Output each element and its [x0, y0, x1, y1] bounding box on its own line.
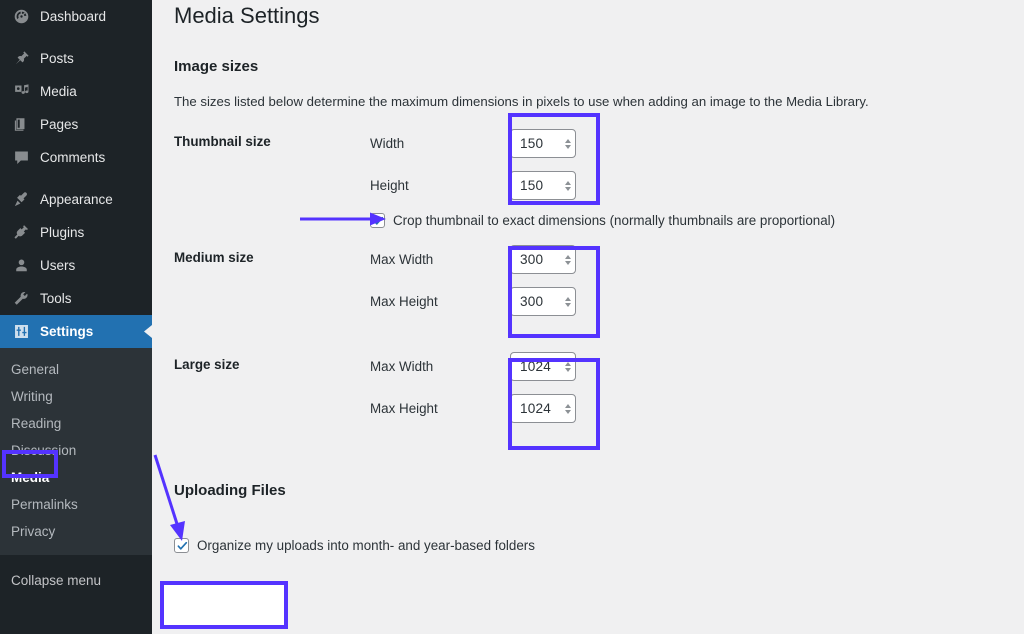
annotation-overlay	[0, 0, 1024, 634]
annotation-arrow-crop-checkbox	[300, 210, 386, 228]
wordpress-admin-screen: Dashboard Posts Media Pages Commen	[0, 0, 1024, 634]
annotation-box-thumbnail-inputs	[508, 113, 600, 205]
annotation-box-media-menu	[2, 450, 58, 478]
annotation-arrow-organize-checkbox	[150, 455, 196, 543]
annotation-box-save-changes	[160, 581, 288, 629]
annotation-box-medium-inputs	[508, 246, 600, 338]
annotation-box-large-inputs	[508, 358, 600, 450]
